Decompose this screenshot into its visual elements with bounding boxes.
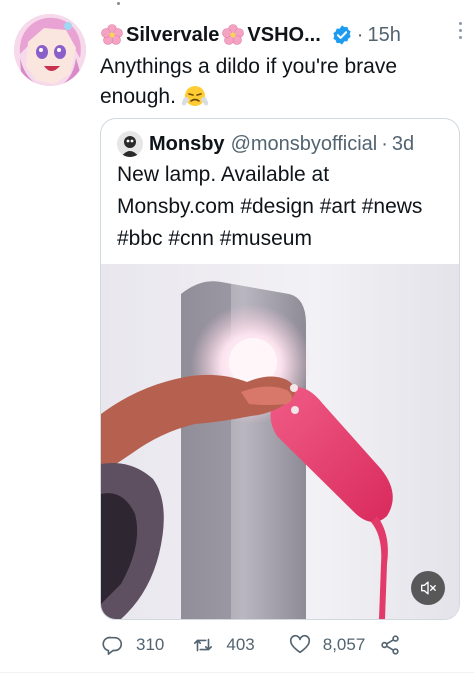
- like-count: 8,057: [322, 635, 366, 654]
- separator-dot: [117, 2, 120, 5]
- anime-avatar-icon: [14, 14, 86, 86]
- heart-icon: [289, 634, 310, 654]
- quoted-tweet-time[interactable]: 3d: [392, 133, 414, 156]
- muted-speaker-icon: [421, 581, 436, 595]
- quoted-author-handle[interactable]: @monsbyofficial: [231, 133, 378, 156]
- cherry-blossom-icon: [222, 24, 245, 45]
- tweet-time[interactable]: 15h: [367, 24, 400, 47]
- retweet-count: 403: [226, 635, 255, 654]
- retweet-icon: [194, 638, 213, 652]
- verified-badge-icon: [333, 25, 351, 45]
- quoted-video[interactable]: [101, 264, 459, 619]
- monsby-avatar-icon: [117, 131, 143, 157]
- share-icon: [381, 635, 400, 655]
- reply-count: 310: [136, 635, 165, 654]
- tweet-text: Anythings a dildo if you're brave enough…: [100, 52, 440, 112]
- quoted-author-name[interactable]: Monsby: [149, 133, 225, 156]
- cherry-blossom-icon: [101, 24, 123, 45]
- mute-toggle-button[interactable]: [411, 571, 445, 605]
- quoted-tweet-text: New lamp. Available at Monsby.com #desig…: [117, 163, 423, 250]
- author-name-suffix[interactable]: VSHO...: [247, 24, 320, 47]
- more-options-icon[interactable]: [458, 22, 464, 42]
- tweet-header: Silvervale VSHO... · 15h: [100, 20, 458, 50]
- tweet-body: Anythings a dildo if you're brave enough…: [100, 55, 398, 108]
- quoted-author-avatar[interactable]: [117, 131, 143, 157]
- lamp-video-frame: [101, 264, 459, 619]
- retweet-button[interactable]: 403: [192, 634, 255, 656]
- author-avatar[interactable]: [14, 14, 86, 86]
- share-button[interactable]: [379, 634, 401, 656]
- time-separator: ·: [356, 23, 364, 46]
- quoted-tweet-header: Monsby @monsbyofficial · 3d: [117, 129, 449, 159]
- reply-button[interactable]: 310: [102, 634, 164, 656]
- quoted-time-separator: ·: [381, 132, 388, 155]
- author-name[interactable]: Silvervale: [126, 24, 219, 47]
- quoted-tweet-card[interactable]: Monsby @monsbyofficial · 3d New lamp. Av…: [100, 118, 460, 620]
- tweet-action-bar: 310 403 8,057: [100, 630, 430, 660]
- divider: [0, 672, 474, 673]
- reply-icon: [102, 636, 123, 655]
- like-button[interactable]: 8,057: [289, 634, 366, 656]
- face-with-steam-emoji-icon: [181, 86, 208, 106]
